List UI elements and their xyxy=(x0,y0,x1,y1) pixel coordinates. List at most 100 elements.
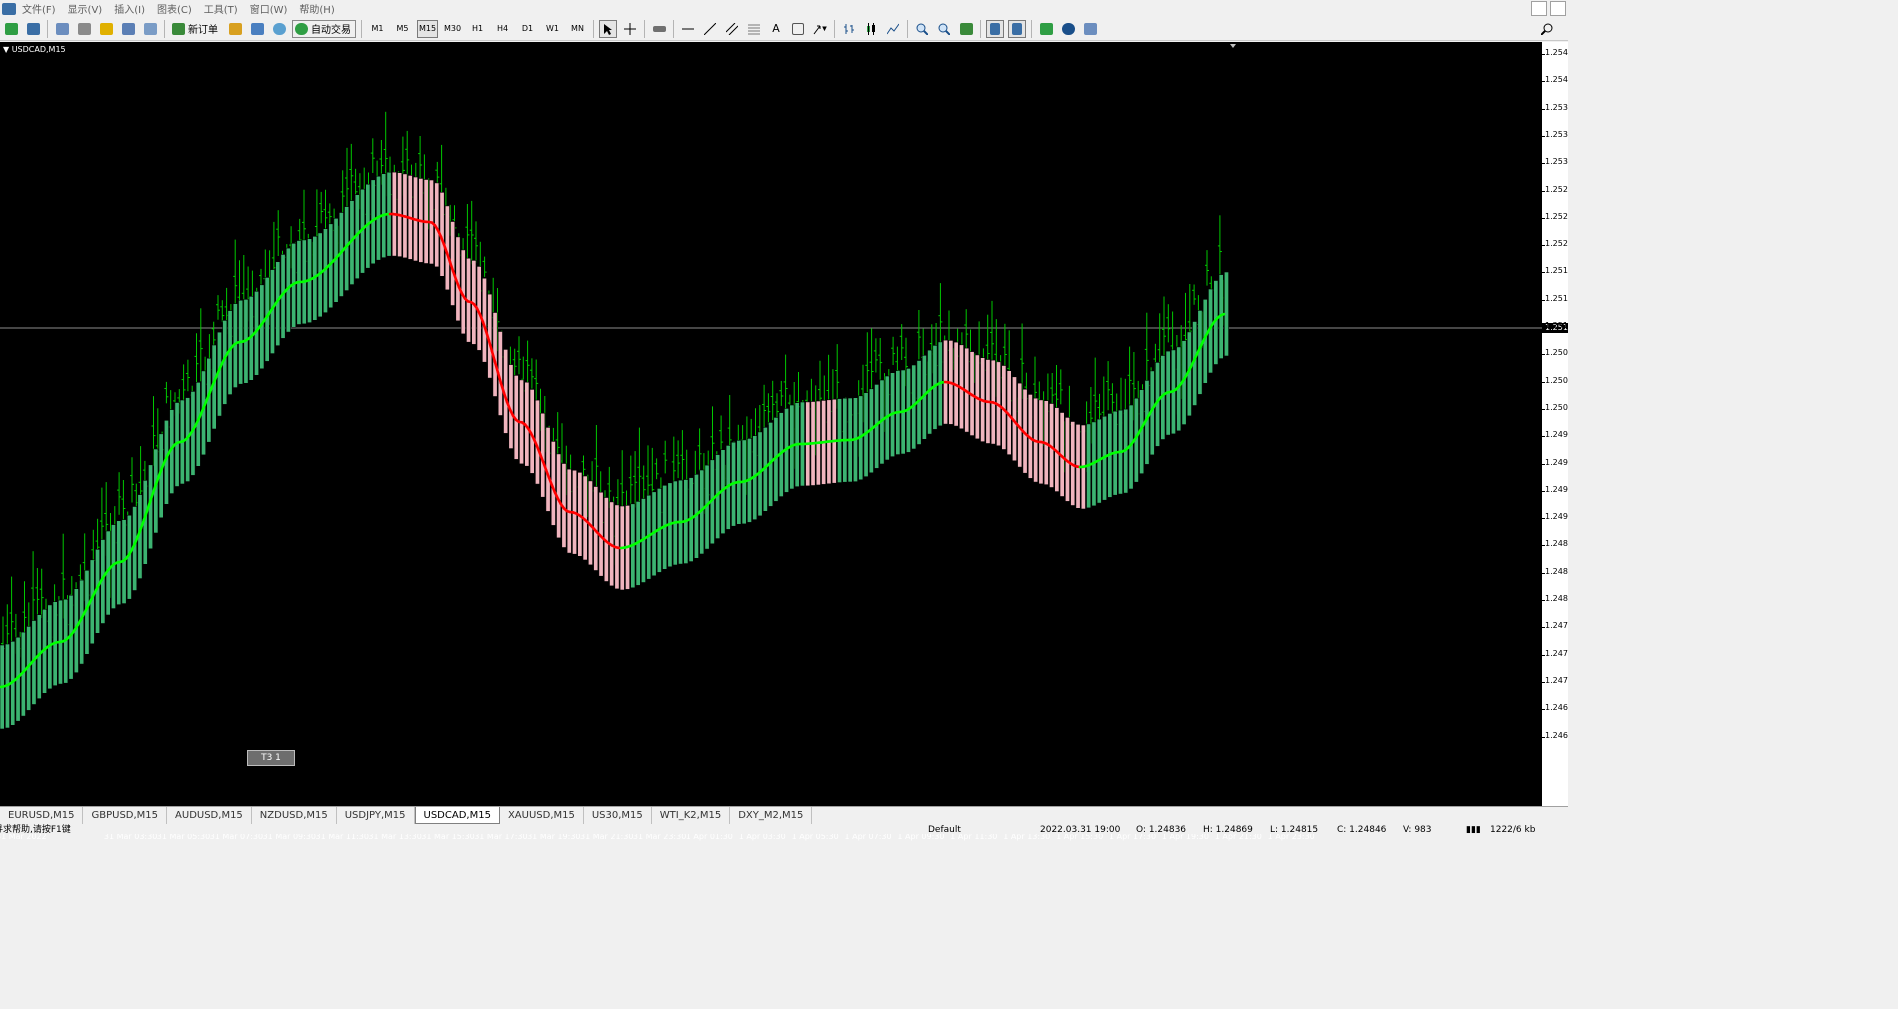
price-axis[interactable]: 1.2512 1.2543 1.2540 1.2537 1.2534 1.2531 1.2… xyxy=(1542,42,1568,806)
tab-gbpusd[interactable]: GBPUSD,M15 xyxy=(83,807,168,824)
price-tick-label: 1.2468 xyxy=(1542,703,1568,712)
zoom-in-button[interactable] xyxy=(913,20,931,38)
menu-insert[interactable]: 插入(I) xyxy=(108,1,151,16)
menu-file[interactable]: 文件(F) xyxy=(16,1,62,16)
t3-object-label[interactable]: T3 1 xyxy=(247,750,295,766)
channel-icon xyxy=(726,22,738,35)
t3-line-segment xyxy=(1219,312,1226,317)
price-tick-label: 1.2465 xyxy=(1542,731,1568,740)
search-button[interactable] xyxy=(1538,20,1556,38)
new-order-button[interactable]: 新订单 xyxy=(170,20,222,38)
text-tool-button[interactable]: A xyxy=(767,20,785,38)
terminal-button[interactable] xyxy=(119,20,137,38)
candlestick-button[interactable] xyxy=(862,20,880,38)
horizontal-line-button[interactable] xyxy=(679,20,697,38)
menu-view[interactable]: 显示(V) xyxy=(62,1,109,16)
tab-usdcad[interactable]: USDCAD,M15 xyxy=(414,807,500,824)
tab-dxy-m2[interactable]: DXY_M2,M15 xyxy=(730,807,813,824)
tab-eurusd[interactable]: EURUSD,M15 xyxy=(0,807,84,824)
price-tick-label: 1.2509 xyxy=(1542,348,1568,357)
text-label-button[interactable] xyxy=(789,20,807,38)
zoom-out-button[interactable] xyxy=(935,20,953,38)
indicators-icon xyxy=(1039,22,1053,35)
tab-us30[interactable]: US30,M15 xyxy=(584,807,652,824)
horizontal-line-icon xyxy=(682,28,694,29)
menu-charts[interactable]: 图表(C) xyxy=(151,1,198,16)
tab-usdjpy[interactable]: USDJPY,M15 xyxy=(337,807,415,824)
timeframe-w1[interactable]: W1 xyxy=(542,20,563,38)
crosshair-nav-icon xyxy=(77,22,91,35)
channel-button[interactable] xyxy=(723,20,741,38)
signals-button[interactable] xyxy=(248,20,266,38)
arrows-button[interactable] xyxy=(811,20,829,38)
tile-windows-button[interactable] xyxy=(957,20,975,38)
data-window-button[interactable] xyxy=(75,20,93,38)
price-tick-label: 1.2527 xyxy=(1542,185,1568,194)
trendline-button[interactable] xyxy=(701,20,719,38)
crosshair-tool-button[interactable] xyxy=(621,20,639,38)
market-watch-icon xyxy=(55,22,69,35)
cursor-tool-button[interactable] xyxy=(599,19,617,38)
chart-tabs: EURUSD,M15 GBPUSD,M15 AUDUSD,M15 NZDUSD,… xyxy=(0,806,1568,824)
periods-button[interactable] xyxy=(1059,20,1077,38)
chart-symbol-text: USDCAD,M15 xyxy=(11,45,66,54)
chart-dropdown-arrow-icon: ▼ xyxy=(3,45,10,54)
app-logo-icon xyxy=(2,2,16,15)
menu-help[interactable]: 帮助(H) xyxy=(293,1,340,16)
price-tick-label: 1.2481 xyxy=(1542,594,1568,603)
timeframe-h1[interactable]: H1 xyxy=(467,20,488,38)
chart-shift-icon xyxy=(1012,22,1022,35)
tab-audusd[interactable]: AUDUSD,M15 xyxy=(167,807,252,824)
timeframe-h4[interactable]: H4 xyxy=(492,20,513,38)
timeframe-d1[interactable]: D1 xyxy=(517,20,538,38)
auto-trading-button[interactable]: 自动交易 xyxy=(292,19,356,38)
status-open: O: 1.24836 xyxy=(1136,825,1187,834)
bar-chart-button[interactable] xyxy=(840,20,858,38)
minimize-window-button[interactable] xyxy=(1531,1,1547,16)
navigator-button[interactable] xyxy=(97,20,115,38)
tester-icon xyxy=(143,22,157,35)
indicators-button[interactable] xyxy=(1037,20,1055,38)
metaeditor-button[interactable] xyxy=(226,20,244,38)
templates-icon xyxy=(1083,22,1097,35)
tab-nzdusd[interactable]: NZDUSD,M15 xyxy=(252,807,337,824)
status-volume: V: 983 xyxy=(1403,825,1432,834)
timeframe-m30[interactable]: M30 xyxy=(442,20,463,38)
tab-wti-k2[interactable]: WTI_K2,M15 xyxy=(652,807,731,824)
zoom-out-icon xyxy=(938,23,950,35)
strategy-tester-button[interactable] xyxy=(141,20,159,38)
price-tick-label: 1.2518 xyxy=(1542,266,1568,275)
restore-window-button[interactable] xyxy=(1550,1,1566,16)
timeframe-m5[interactable]: M5 xyxy=(392,20,413,38)
market-watch-button[interactable] xyxy=(53,20,71,38)
period-separator-icon xyxy=(652,25,666,32)
zoom-in-icon xyxy=(916,23,928,35)
price-tick-label: 1.2512 xyxy=(1542,321,1568,330)
auto-trading-icon xyxy=(295,22,308,35)
tab-xauusd[interactable]: XAUUSD,M15 xyxy=(500,807,584,824)
fibonacci-button[interactable] xyxy=(745,20,763,38)
price-tick-label: 1.2484 xyxy=(1542,567,1568,576)
chart-symbol-label: ▼ USDCAD,M15 xyxy=(3,45,66,54)
line-chart-icon xyxy=(887,23,899,34)
market-button[interactable] xyxy=(270,20,288,38)
toolbar-separator xyxy=(834,19,835,38)
timeframe-mn[interactable]: MN xyxy=(567,20,588,38)
menu-window[interactable]: 窗口(W) xyxy=(244,1,294,16)
profiles-button[interactable] xyxy=(24,20,42,38)
auto-scroll-button[interactable] xyxy=(986,19,1004,38)
menu-tools[interactable]: 工具(T) xyxy=(198,1,244,16)
chart-shift-button[interactable] xyxy=(1008,19,1026,38)
timeframe-m15[interactable]: M15 xyxy=(417,19,438,38)
line-chart-button[interactable] xyxy=(884,20,902,38)
new-chart-button[interactable] xyxy=(2,20,20,38)
toolbar-separator xyxy=(47,19,48,38)
templates-button[interactable] xyxy=(1081,20,1099,38)
globe-icon xyxy=(272,22,286,35)
price-chart[interactable]: ▼ USDCAD,M15 T3 1 31 Mar 2022 31 Mar 03:3… xyxy=(0,42,1542,841)
toolbar-separator xyxy=(361,19,362,38)
timeframe-m1[interactable]: M1 xyxy=(367,20,388,38)
chart-canvas[interactable] xyxy=(0,42,1542,806)
period-separator-button[interactable] xyxy=(650,20,668,38)
price-tick-label: 1.2502 xyxy=(1542,403,1568,412)
